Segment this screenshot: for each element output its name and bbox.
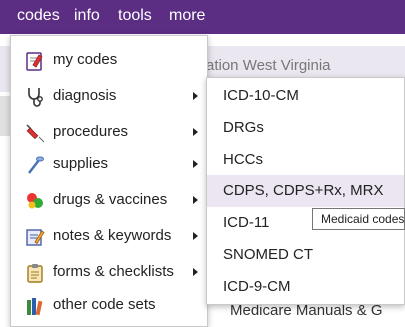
menu-item-procedures[interactable]: procedures [11,116,207,150]
menu-item-label: procedures [53,123,129,140]
crutch-icon [24,154,46,176]
nav-tools[interactable]: tools [118,7,152,25]
diagnosis-submenu: ICD-10-CM DRGs HCCs CDPS, CDPS+Rx, MRX I… [206,77,405,305]
stethoscope-icon [24,86,46,108]
submenu-item-icd-10-cm[interactable]: ICD-10-CM [207,80,404,112]
chevron-right-icon [193,268,198,276]
submenu-item-icd-9-cm[interactable]: ICD-9-CM [207,271,404,303]
submenu-item-label: DRGs [223,119,264,136]
menu-item-label: my codes [53,51,118,68]
menu-item-label: supplies [53,155,109,172]
notepad-check-icon [24,50,46,72]
menu-item-other-code-sets[interactable]: other code sets [11,289,207,323]
menu-item-label: other code sets [53,296,156,313]
menu-item-label: drugs & vaccines [53,191,168,208]
nav-more[interactable]: more [169,7,205,25]
submenu-item-drgs[interactable]: DRGs [207,112,404,144]
submenu-item-snomed-ct[interactable]: SNOMED CT [207,239,404,271]
menu-item-label: diagnosis [53,87,117,104]
submenu-item-label: HCCs [223,151,263,168]
nav-codes[interactable]: codes [17,7,60,25]
menu-item-label: forms & checklists [53,263,174,280]
menu-item-label: notes & keywords [53,227,172,244]
submenu-item-label: SNOMED CT [223,246,313,263]
chevron-right-icon [193,232,198,240]
chevron-right-icon [193,128,198,136]
chevron-right-icon [193,92,198,100]
note-pencil-icon [24,226,46,248]
menu-item-notes-keywords[interactable]: notes & keywords [11,220,207,254]
tooltip: Medicaid codes [312,208,405,230]
menu-item-my-codes[interactable]: my codes [11,44,207,78]
submenu-item-hccs[interactable]: HCCs [207,144,404,176]
menu-item-drugs-vaccines[interactable]: drugs & vaccines [11,184,207,218]
books-icon [24,295,46,317]
menu-item-forms-checklists[interactable]: forms & checklists [11,256,207,290]
menu-item-diagnosis[interactable]: diagnosis [11,80,207,114]
menu-item-supplies[interactable]: supplies [11,148,207,182]
submenu-item-label: ICD-9-CM [223,278,291,295]
codes-dropdown-menu: my codes diagnosis procedures supplies d… [10,35,208,327]
submenu-item-label: CDPS, CDPS+Rx, MRX [223,182,384,199]
top-nav-bar: codes info tools more [0,0,405,34]
submenu-item-cdps[interactable]: CDPS, CDPS+Rx, MRX [207,175,404,207]
page-text-state: ation West Virginia [206,57,331,74]
nav-info[interactable]: info [74,7,100,25]
pills-icon [24,190,46,212]
submenu-item-label: ICD-11 [223,214,270,231]
chevron-right-icon [193,160,198,168]
chevron-right-icon [193,196,198,204]
clipboard-icon [24,262,46,284]
submenu-item-label: ICD-10-CM [223,87,299,104]
syringe-icon [24,122,46,144]
